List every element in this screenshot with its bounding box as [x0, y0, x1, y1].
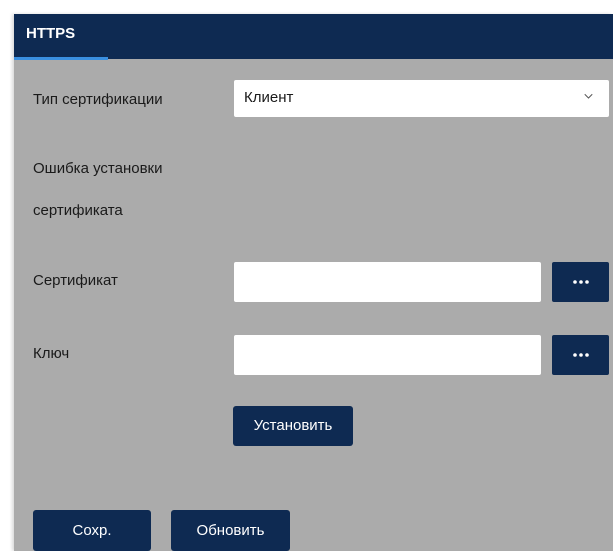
- panel-header: HTTPS: [14, 14, 613, 60]
- save-button[interactable]: Сохр.: [33, 510, 151, 551]
- cert-error-line2: сертификата: [33, 202, 123, 219]
- tab-https[interactable]: HTTPS: [14, 14, 108, 60]
- key-label: Ключ: [33, 345, 70, 362]
- cert-type-label: Тип сертификации: [33, 91, 163, 108]
- cert-type-select[interactable]: Клиент: [234, 80, 609, 117]
- certificate-browse-button[interactable]: [552, 262, 609, 302]
- certificate-input[interactable]: [234, 262, 541, 302]
- certificate-label: Сертификат: [33, 272, 118, 289]
- more-dots-icon: [573, 353, 589, 357]
- refresh-button[interactable]: Обновить: [171, 510, 290, 551]
- chevron-down-icon: [584, 93, 593, 99]
- cert-error-line1: Ошибка установки: [33, 160, 163, 177]
- key-input[interactable]: [234, 335, 541, 375]
- https-settings-panel: HTTPS Тип сертификации Клиент Ошибка уст…: [14, 14, 613, 551]
- cert-type-selected-value: Клиент: [244, 89, 294, 106]
- key-browse-button[interactable]: [552, 335, 609, 375]
- more-dots-icon: [573, 280, 589, 284]
- tab-https-label: HTTPS: [26, 25, 76, 42]
- install-button[interactable]: Установить: [233, 406, 353, 446]
